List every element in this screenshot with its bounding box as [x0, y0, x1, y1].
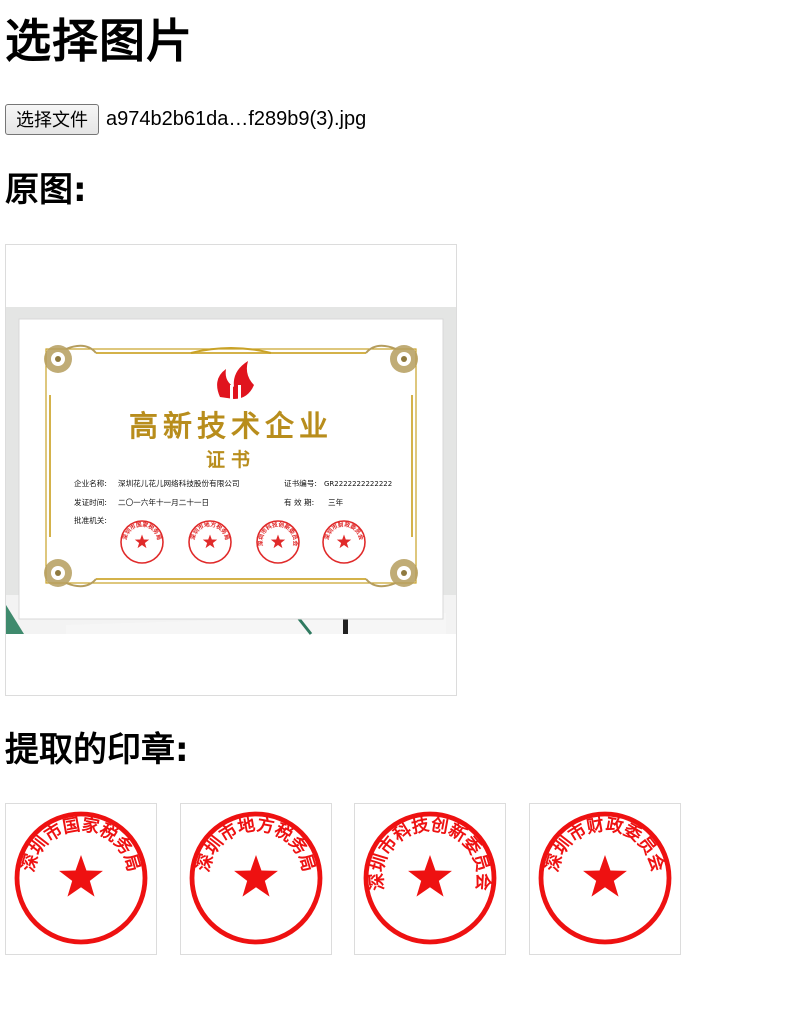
extracted-seal-3: 深圳市科技创新委员会 [354, 803, 506, 955]
seal-3-icon: 深圳市科技创新委员会 [363, 811, 497, 945]
certificate-title: 高新技术企业 [129, 409, 333, 443]
seal-star-icon [408, 854, 452, 897]
cert-number-label: 证书编号: [284, 478, 317, 488]
validity-value: 三年 [328, 497, 344, 507]
extracted-seal-2: 深圳市地方税务局 [180, 803, 332, 955]
cert-number-value: GR2222222222222 [324, 480, 392, 488]
seal-1-icon: 深圳市国家税务局 [14, 811, 148, 945]
file-input[interactable]: 选择文件 a974b2b61da…f289b9(3).jpg [5, 103, 366, 135]
extracted-seal-4: 深圳市财政委员会 [529, 803, 681, 955]
validity-label: 有 效 期: [284, 497, 314, 507]
seal-4-icon: 深圳市财政委员会 [538, 811, 672, 945]
choose-file-button[interactable]: 选择文件 [5, 103, 99, 135]
company-label: 企业名称: [74, 478, 107, 488]
seal-star-icon [59, 854, 103, 897]
original-image: 高新技术企业 证书 企业名称: 深圳花儿花儿网络科技股份有限公司 证书编号: G… [5, 244, 457, 696]
extracted-seal-1: 深圳市国家税务局 [5, 803, 157, 955]
issue-date-value: 二〇一六年十一月二十一日 [118, 497, 209, 507]
seal-star-icon [583, 854, 627, 897]
extracted-seals-heading: 提取的印章: [5, 730, 189, 770]
authority-label: 批准机关: [74, 515, 107, 525]
issue-date-label: 发证时间: [74, 497, 107, 507]
page-title: 选择图片 [5, 14, 193, 68]
seal-2-icon: 深圳市地方税务局 [189, 811, 323, 945]
certificate-subtitle: 证书 [206, 449, 256, 471]
company-value: 深圳花儿花儿网络科技股份有限公司 [118, 478, 240, 488]
seal-star-icon [234, 854, 278, 897]
selected-file-name: a974b2b61da…f289b9(3).jpg [106, 107, 367, 130]
original-image-heading: 原图: [5, 170, 87, 210]
